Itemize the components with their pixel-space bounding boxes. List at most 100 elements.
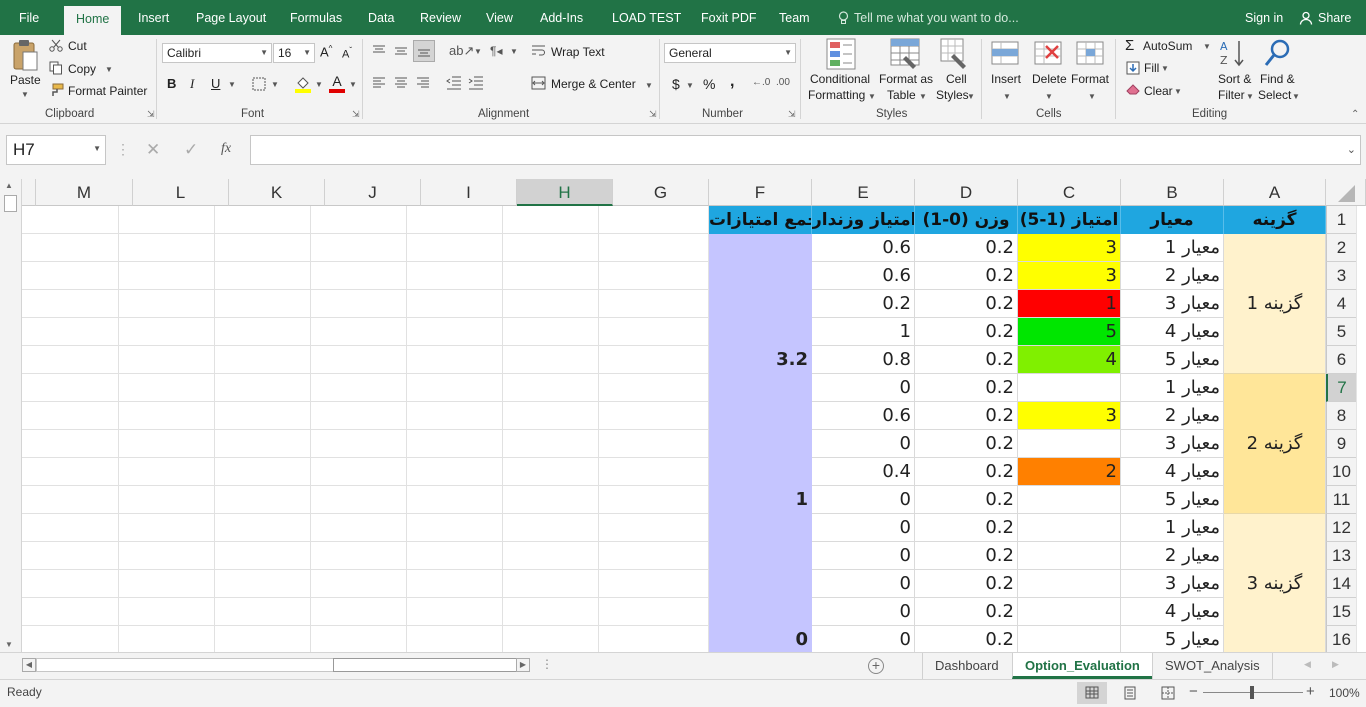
increase-indent-icon[interactable] xyxy=(468,76,484,90)
tab-review[interactable]: Review xyxy=(420,0,461,35)
zoom-level[interactable]: 100% xyxy=(1329,686,1360,700)
align-right-icon[interactable] xyxy=(416,77,430,89)
bold-button[interactable]: B xyxy=(167,76,176,91)
row-header[interactable]: 10 xyxy=(1326,458,1356,486)
conditional-formatting-label1[interactable]: Conditional xyxy=(810,72,870,86)
sheet-tab-dashboard[interactable]: Dashboard xyxy=(922,653,1011,679)
weighted-score-cell[interactable]: 0 xyxy=(812,570,915,598)
underline-button[interactable]: U xyxy=(211,76,220,91)
collapse-ribbon-icon[interactable]: ⌃ xyxy=(1351,109,1359,120)
criterion-cell[interactable]: معیار 1 xyxy=(1121,514,1224,542)
column-header[interactable]: D xyxy=(915,179,1018,206)
fill-color-icon[interactable] xyxy=(295,75,311,93)
sort-filter-dropdown-icon[interactable]: ▼ xyxy=(1246,92,1254,101)
weight-cell[interactable]: 0.2 xyxy=(915,402,1018,430)
format-cells-dropdown-icon[interactable]: ▼ xyxy=(1088,92,1096,101)
prev-sheet-icon[interactable]: ◀ xyxy=(1304,659,1311,670)
score-cell[interactable] xyxy=(1018,430,1121,458)
score-cell[interactable]: 3 xyxy=(1018,402,1121,430)
horizontal-scroll-thumb[interactable] xyxy=(333,658,517,672)
worksheet-grid[interactable]: ▲ ▼ M L K J I H G F E D C B A جمع امتیاز… xyxy=(0,179,1366,652)
row-header[interactable]: 16 xyxy=(1326,626,1356,652)
zoom-slider-thumb[interactable] xyxy=(1250,686,1254,699)
sort-filter-label1[interactable]: Sort & xyxy=(1218,72,1251,86)
fill-color-dropdown-icon[interactable]: ▼ xyxy=(315,80,323,89)
top-align-icon[interactable] xyxy=(372,45,386,57)
weighted-score-cell[interactable]: 0.2 xyxy=(812,290,915,318)
option-cell[interactable]: گزینه 3 xyxy=(1224,514,1326,652)
total-score-cell[interactable]: 1 xyxy=(709,374,812,514)
fill-button[interactable]: Fill xyxy=(1144,61,1159,75)
tab-team[interactable]: Team xyxy=(779,0,810,35)
header-criterion[interactable]: معیار xyxy=(1121,206,1224,234)
comma-style-button[interactable]: , xyxy=(730,73,734,91)
expand-formula-bar-icon[interactable]: ⌄ xyxy=(1347,143,1356,156)
clear-button[interactable]: Clear xyxy=(1144,84,1173,98)
currency-button[interactable]: $ xyxy=(672,76,680,92)
weight-cell[interactable]: 0.2 xyxy=(915,430,1018,458)
weight-cell[interactable]: 0.2 xyxy=(915,346,1018,374)
find-select-dropdown-icon[interactable]: ▼ xyxy=(1292,92,1300,101)
cut-button[interactable]: Cut xyxy=(68,39,87,53)
bottom-align-icon[interactable] xyxy=(413,40,435,62)
align-center-icon[interactable] xyxy=(394,77,408,89)
score-cell[interactable]: 2 xyxy=(1018,458,1121,486)
tab-formulas[interactable]: Formulas xyxy=(290,0,342,35)
score-cell[interactable]: 3 xyxy=(1018,234,1121,262)
find-select-label1[interactable]: Find & xyxy=(1260,72,1295,86)
paste-button[interactable]: Paste xyxy=(10,73,41,87)
weight-cell[interactable]: 0.2 xyxy=(915,318,1018,346)
name-box-dropdown-icon[interactable]: ▼ xyxy=(93,144,101,153)
column-header[interactable]: M xyxy=(36,179,133,206)
weighted-score-cell[interactable]: 0.6 xyxy=(812,262,915,290)
total-score-cell[interactable]: 3.2 xyxy=(709,234,812,374)
score-cell[interactable] xyxy=(1018,626,1121,652)
alignment-launcher-icon[interactable]: ⇲ xyxy=(649,109,657,120)
criterion-cell[interactable]: معیار 5 xyxy=(1121,346,1224,374)
tab-view[interactable]: View xyxy=(486,0,513,35)
tab-load-test[interactable]: LOAD TEST xyxy=(612,0,681,35)
score-cell[interactable]: 4 xyxy=(1018,346,1121,374)
fill-dropdown-icon[interactable]: ▼ xyxy=(1161,64,1169,73)
cell-styles-label2[interactable]: Styles xyxy=(936,88,969,102)
decrease-font-size-icon[interactable]: Aˇ xyxy=(342,46,352,61)
row-header[interactable]: 11 xyxy=(1326,486,1356,514)
weight-cell[interactable]: 0.2 xyxy=(915,458,1018,486)
column-header[interactable]: B xyxy=(1121,179,1224,206)
confirm-entry-icon[interactable]: ✓ xyxy=(184,140,198,160)
weighted-score-cell[interactable]: 0 xyxy=(812,514,915,542)
row-header-selected[interactable]: 7 xyxy=(1326,374,1356,402)
horizontal-scrollbar[interactable] xyxy=(36,658,517,672)
option-cell[interactable]: گزینه 2 xyxy=(1224,374,1326,514)
format-as-table-label2[interactable]: Table xyxy=(887,88,916,102)
font-color-icon[interactable]: A xyxy=(329,74,345,93)
header-total-score[interactable]: جمع امتیازات xyxy=(709,206,812,234)
share-button[interactable]: Share xyxy=(1318,0,1351,35)
row-header[interactable]: 3 xyxy=(1326,262,1356,290)
align-left-icon[interactable] xyxy=(372,77,386,89)
copy-dropdown-icon[interactable]: ▼ xyxy=(105,65,113,74)
cell-styles-dropdown-icon[interactable]: ▼ xyxy=(967,92,975,101)
weighted-score-cell[interactable]: 0.4 xyxy=(812,458,915,486)
merge-center-button[interactable]: Merge & Center xyxy=(551,77,636,91)
conditional-formatting-label2[interactable]: Formatting xyxy=(808,88,865,102)
normal-view-button[interactable] xyxy=(1077,682,1107,704)
insert-cells-button[interactable]: Insert xyxy=(991,72,1021,86)
formula-input[interactable]: ⌄ xyxy=(250,135,1361,165)
header-score[interactable]: امتیاز (1-5) xyxy=(1018,206,1121,234)
find-select-label2[interactable]: Select xyxy=(1258,88,1291,102)
italic-button[interactable]: I xyxy=(190,76,194,92)
criterion-cell[interactable]: معیار 3 xyxy=(1121,430,1224,458)
criterion-cell[interactable]: معیار 1 xyxy=(1121,234,1224,262)
score-cell[interactable]: 3 xyxy=(1018,262,1121,290)
direction-dropdown-icon[interactable]: ▼ xyxy=(510,47,518,56)
page-break-view-icon[interactable] xyxy=(1161,686,1175,700)
header-option[interactable]: گزینه xyxy=(1224,206,1326,234)
weighted-score-cell[interactable]: 0.6 xyxy=(812,402,915,430)
tab-home[interactable]: Home xyxy=(64,6,122,35)
column-header-selected[interactable]: H xyxy=(517,179,613,206)
weight-cell[interactable]: 0.2 xyxy=(915,486,1018,514)
copy-button[interactable]: Copy xyxy=(68,62,96,76)
tab-file[interactable]: File xyxy=(19,0,39,35)
row-header[interactable]: 6 xyxy=(1326,346,1356,374)
